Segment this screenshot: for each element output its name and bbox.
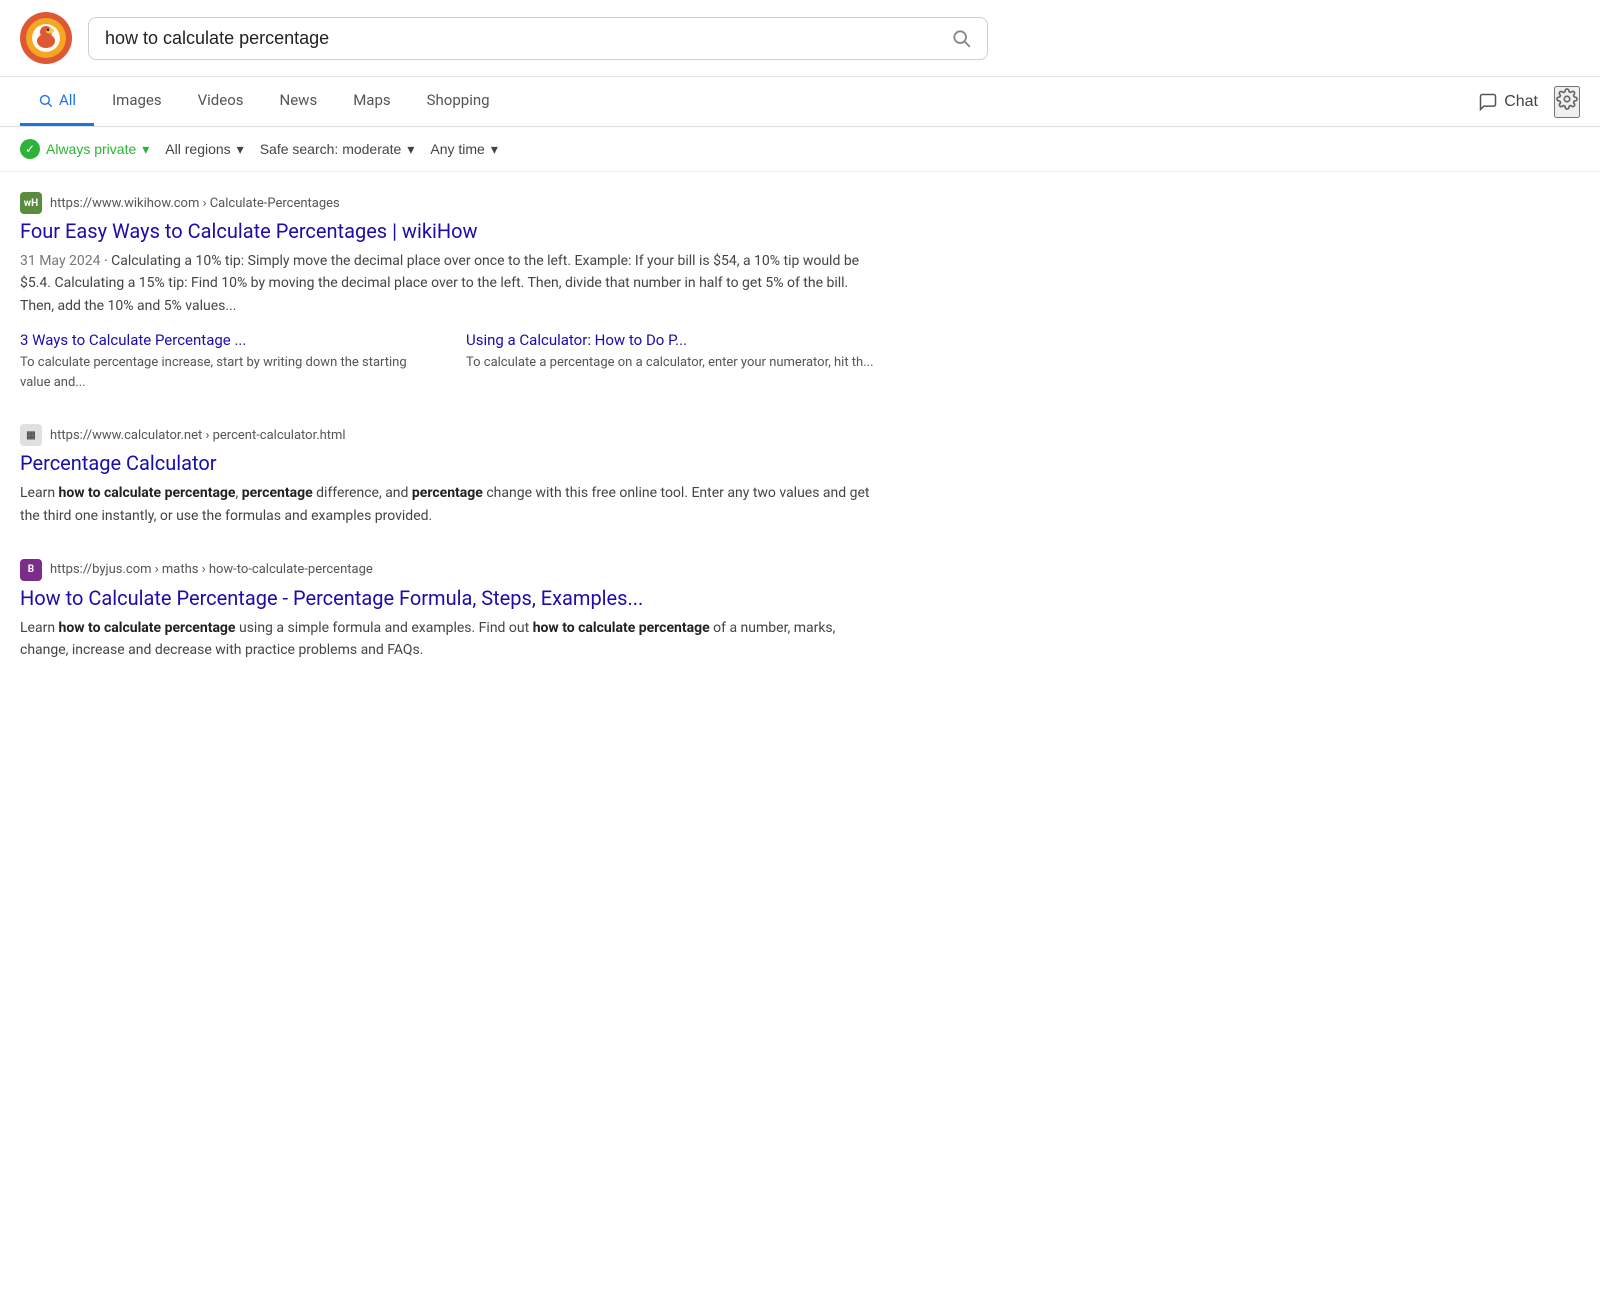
sub-link-title[interactable]: Using a Calculator: How to Do P... [466,331,880,349]
result-item: ▦ https://www.calculator.net › percent-c… [20,424,880,527]
sub-link-col: 3 Ways to Calculate Percentage ... To ca… [20,331,434,392]
tab-news[interactable]: News [262,77,336,126]
tab-maps[interactable]: Maps [335,77,408,126]
regions-dropdown-icon: ▾ [237,141,244,158]
tab-videos[interactable]: Videos [180,77,262,126]
nav-right: Chat [1478,86,1580,118]
safe-search-filter[interactable]: Safe search: moderate ▾ [260,141,415,158]
result-snippet: Learn how to calculate percentage using … [20,617,880,662]
settings-button[interactable] [1554,86,1580,118]
nav-tabs: All Images Videos News Maps Shopping [20,77,1474,126]
sub-link-col: Using a Calculator: How to Do P... To ca… [466,331,880,392]
search-bar: how to calculate percentage [88,17,988,60]
private-dropdown-icon: ▾ [142,141,149,158]
tab-shopping[interactable]: Shopping [409,77,508,126]
result-title[interactable]: Four Easy Ways to Calculate Percentages … [20,218,880,244]
result-item: wH https://www.wikihow.com › Calculate-P… [20,192,880,392]
private-check-icon: ✓ [20,139,40,159]
tab-images[interactable]: Images [94,77,180,126]
chat-button[interactable]: Chat [1478,92,1538,112]
time-dropdown-icon: ▾ [491,141,498,158]
logo[interactable] [20,12,72,64]
filters-bar: ✓ Always private ▾ All regions ▾ Safe se… [0,127,1600,172]
result-snippet: 31 May 2024 · Calculating a 10% tip: Sim… [20,250,880,317]
nav-bar: All Images Videos News Maps Shopping Cha… [0,77,1600,127]
sub-link-desc: To calculate percentage increase, start … [20,353,434,392]
result-favicon: ▦ [20,424,42,446]
sub-link-title[interactable]: 3 Ways to Calculate Percentage ... [20,331,434,349]
sub-link-desc: To calculate a percentage on a calculato… [466,353,880,373]
result-url: https://byjus.com › maths › how-to-calcu… [50,562,373,577]
sub-links: 3 Ways to Calculate Percentage ... To ca… [20,331,880,392]
result-title[interactable]: How to Calculate Percentage - Percentage… [20,585,880,611]
result-date: 31 May 2024 [20,253,101,269]
tab-all[interactable]: All [20,77,94,126]
search-input[interactable]: how to calculate percentage [105,28,951,49]
header: how to calculate percentage [0,0,1600,77]
result-url: https://www.calculator.net › percent-cal… [50,428,346,443]
result-favicon: wH [20,192,42,214]
private-filter[interactable]: ✓ Always private ▾ [20,139,149,159]
safe-search-dropdown-icon: ▾ [407,141,414,158]
time-filter[interactable]: Any time ▾ [430,141,498,158]
result-snippet: Learn how to calculate percentage, perce… [20,482,880,527]
result-favicon: B [20,559,42,581]
result-title[interactable]: Percentage Calculator [20,450,880,476]
result-url-line: ▦ https://www.calculator.net › percent-c… [20,424,880,446]
result-item: B https://byjus.com › maths › how-to-cal… [20,559,880,662]
regions-filter[interactable]: All regions ▾ [165,141,243,158]
result-url: https://www.wikihow.com › Calculate-Perc… [50,196,340,211]
results-container: wH https://www.wikihow.com › Calculate-P… [0,172,900,714]
result-url-line: B https://byjus.com › maths › how-to-cal… [20,559,880,581]
search-button[interactable] [951,28,971,48]
result-url-line: wH https://www.wikihow.com › Calculate-P… [20,192,880,214]
